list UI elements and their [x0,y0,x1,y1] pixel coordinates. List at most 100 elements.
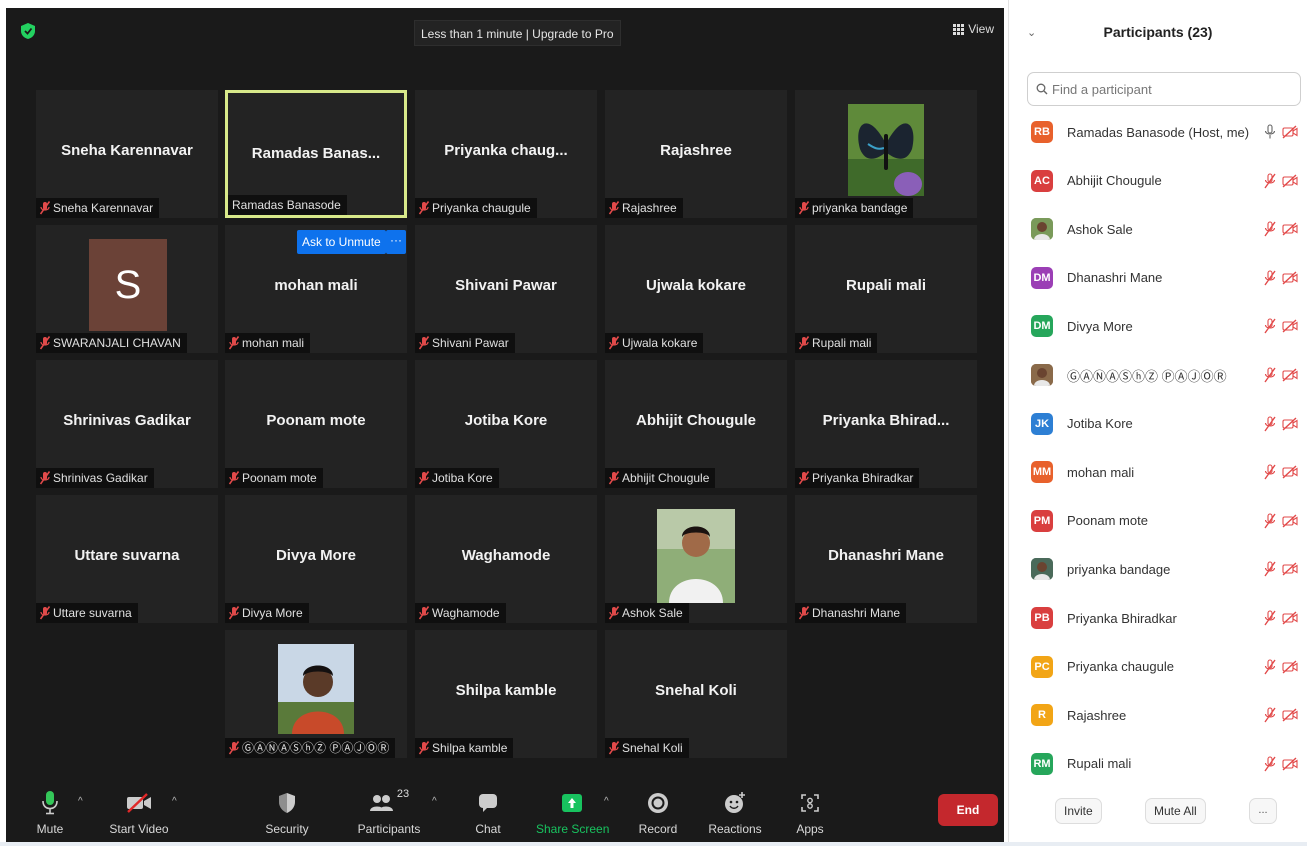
muted-microphone-icon [608,606,620,620]
muted-microphone-icon [39,471,51,485]
tile-display-name: mohan mali [274,277,358,294]
participant-row[interactable]: JK Jotiba Kore [1009,404,1307,444]
reactions-button[interactable]: Reactions [706,788,764,836]
audio-options-caret-icon[interactable]: ^ [78,796,83,807]
video-tile[interactable]: Shivani Pawar Shivani Pawar [415,225,597,353]
share-screen-button[interactable]: Share Screen [536,788,610,836]
participant-row[interactable]: PM Poonam mote [1009,501,1307,541]
participant-avatar [1031,558,1053,581]
participant-row[interactable]: priyanka bandage [1009,549,1307,589]
muted-microphone-icon [228,336,240,350]
encryption-shield-icon[interactable] [20,22,36,40]
video-tile[interactable]: Priyanka chaug... Priyanka chaugule [415,90,597,218]
tile-name-tag: Shivani Pawar [415,333,515,353]
participant-row[interactable]: DM Divya More [1009,306,1307,346]
video-off-icon [127,793,151,813]
participant-row[interactable]: ⒼⒶⓃⒶⓈⓗⓏ ⓅⒶⒿⓄⓇ [1009,355,1307,395]
participant-status-icons [1264,367,1298,383]
participant-row[interactable]: R Rajashree [1009,695,1307,735]
tile-name-tag-text: Ashok Sale [622,606,683,620]
video-off-icon [1282,660,1298,674]
video-tile[interactable]: Ramadas Banas... Ramadas Banasode [225,90,407,218]
tile-display-name: Divya More [275,547,357,564]
ask-to-unmute-button[interactable]: Ask to Unmute [297,230,386,254]
participant-row[interactable]: PC Priyanka chaugule [1009,647,1307,687]
video-tile[interactable]: priyanka bandage [795,90,977,218]
muted-microphone-icon [228,741,240,755]
panel-more-options-button[interactable]: ... [1249,798,1277,824]
participant-name: Rajashree [1067,707,1127,723]
tile-name-tag: Ramadas Banasode [228,195,347,215]
participants-options-caret-icon[interactable]: ^ [432,796,437,807]
reactions-smiley-icon [725,792,745,813]
tile-name-tag-text: Sneha Karennavar [53,201,154,215]
video-tile[interactable]: Divya More Divya More [225,495,407,623]
participant-row[interactable]: PB Priyanka Bhiradkar [1009,598,1307,638]
share-options-caret-icon[interactable]: ^ [604,796,609,807]
participant-name: Poonam mote [1067,513,1148,529]
video-tile[interactable]: Dhanashri Mane Dhanashri Mane [795,495,977,623]
video-tile[interactable]: Waghamode Waghamode [415,495,597,623]
participant-row[interactable]: MM mohan mali [1009,452,1307,492]
participant-search-input[interactable] [1052,81,1272,97]
participant-status-icons [1264,707,1298,723]
video-tile[interactable]: Uttare suvarna Uttare suvarna [36,495,218,623]
tile-name-tag: Poonam mote [225,468,323,488]
tile-name-tag: Shilpa kamble [415,738,514,758]
video-off-icon [1282,222,1298,236]
video-tile[interactable]: Ashok Sale [605,495,787,623]
tile-name-tag-text: Ramadas Banasode [232,198,341,212]
participant-name: Rupali mali [1067,756,1132,772]
video-options-caret-icon[interactable]: ^ [172,796,177,807]
microphone-muted-icon [1264,318,1276,334]
time-limit-banner[interactable]: Less than 1 minute | Upgrade to Pro [414,20,621,46]
participants-count-badge: 23 [396,788,410,800]
participant-status-icons [1264,513,1298,529]
view-button[interactable]: View [953,22,994,36]
video-tile[interactable]: Shrinivas Gadikar Shrinivas Gadikar [36,360,218,488]
video-tile[interactable]: S SWARANJALI CHAVAN [36,225,218,353]
video-tile[interactable]: Sneha Karennavar Sneha Karennavar [36,90,218,218]
video-tile[interactable]: Abhijit Chougule Abhijit Chougule [605,360,787,488]
participant-row[interactable]: RM Rupali mali [1009,744,1307,784]
participant-row[interactable]: Ashok Sale [1009,209,1307,249]
video-tile[interactable]: Rajashree Rajashree [605,90,787,218]
participants-panel-title: Participants (23) [1103,24,1213,40]
record-button[interactable]: Record [634,788,682,836]
participant-avatar [1031,218,1053,241]
video-tile[interactable]: ⒼⒶⓃⒶⓈⓗⓏ ⓅⒶⒿⓄⓇ [225,630,407,758]
mute-button[interactable]: Mute [28,788,72,836]
invite-button[interactable]: Invite [1055,798,1102,824]
search-icon [1036,83,1048,95]
apps-button[interactable]: Apps [790,788,830,836]
participant-row[interactable]: DM Dhanashri Mane [1009,258,1307,298]
muted-microphone-icon [608,201,620,215]
video-tile[interactable]: Poonam mote Poonam mote [225,360,407,488]
video-off-icon [1282,708,1298,722]
video-tile[interactable]: Shilpa kamble Shilpa kamble [415,630,597,758]
participant-search-box[interactable] [1027,72,1301,106]
video-tile[interactable]: Priyanka Bhirad... Priyanka Bhiradkar [795,360,977,488]
video-tile[interactable]: Snehal Koli Snehal Koli [605,630,787,758]
muted-microphone-icon [798,201,810,215]
video-off-icon [1282,465,1298,479]
chat-button[interactable]: Chat [466,788,510,836]
participant-row[interactable]: RB Ramadas Banasode (Host, me) [1009,112,1307,152]
participants-button[interactable]: 23 Participants [356,788,422,836]
video-tile[interactable]: Rupali mali Rupali mali [795,225,977,353]
participant-row[interactable]: AC Abhijit Chougule [1009,161,1307,201]
tile-display-name: Waghamode [461,547,551,564]
share-screen-label: Share Screen [536,822,610,836]
participant-status-icons [1264,416,1298,432]
start-video-button[interactable]: Start Video [104,788,174,836]
security-button[interactable]: Security [260,788,314,836]
mute-all-button[interactable]: Mute All [1145,798,1206,824]
end-meeting-button[interactable]: End [938,794,998,826]
tile-more-options-button[interactable]: ··· [386,230,406,254]
participant-photo [848,104,924,201]
video-tile[interactable]: Ujwala kokare Ujwala kokare [605,225,787,353]
tile-name-tag-text: Shrinivas Gadikar [53,471,148,485]
tile-name-tag-text: Priyanka chaugule [432,201,531,215]
microphone-muted-icon [1264,221,1276,237]
video-tile[interactable]: Jotiba Kore Jotiba Kore [415,360,597,488]
